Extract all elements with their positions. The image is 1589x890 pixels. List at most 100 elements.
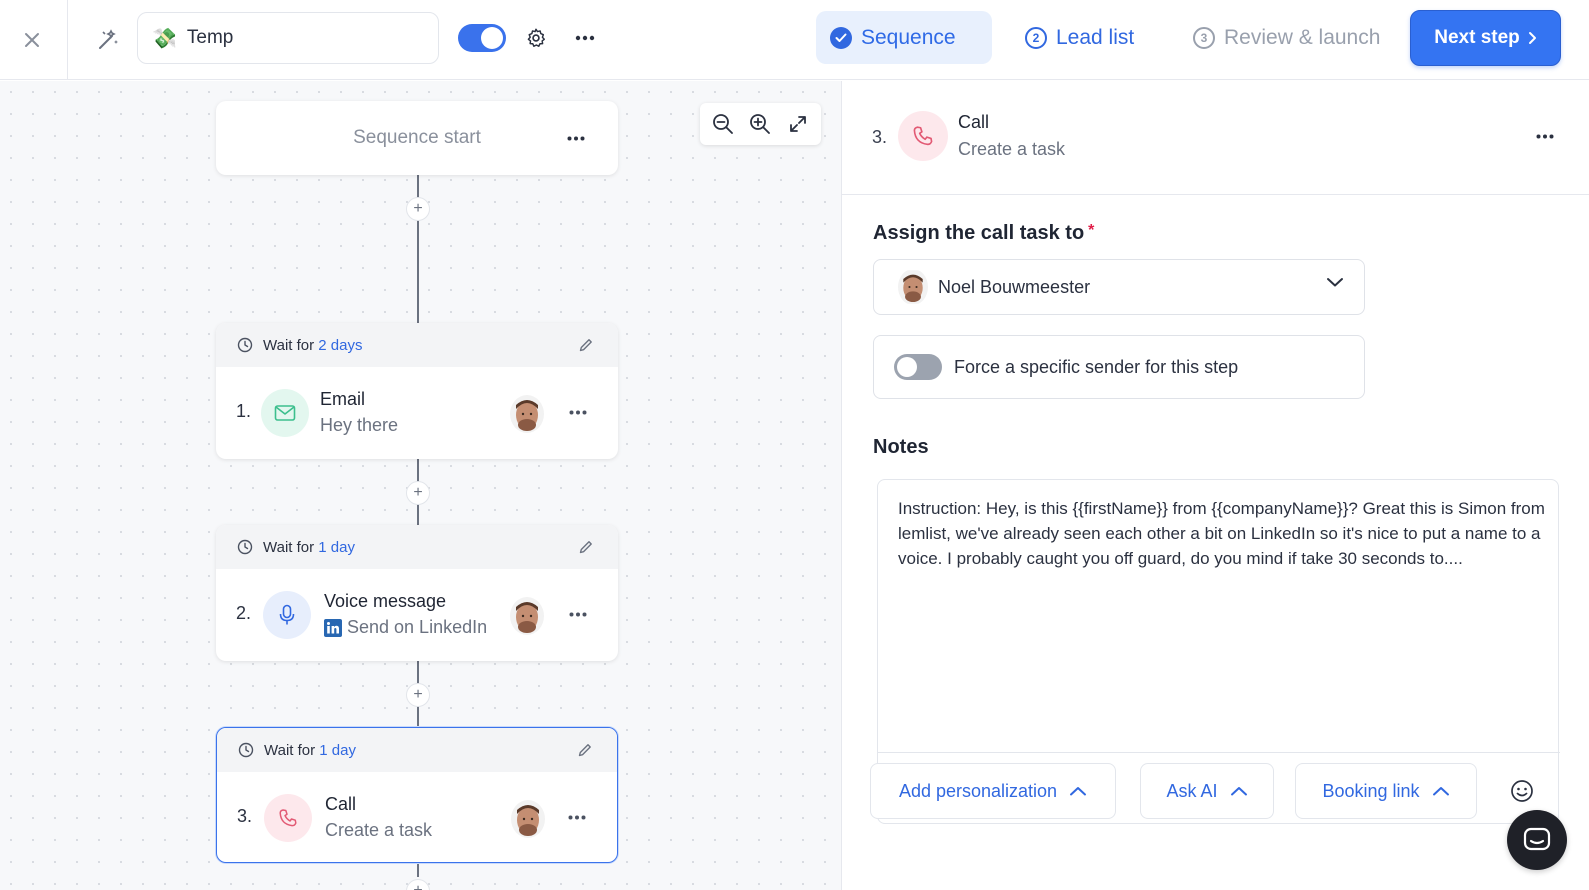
tab-sequence-label: Sequence [861, 25, 956, 49]
campaign-active-toggle[interactable] [458, 24, 506, 52]
clock-icon [237, 337, 253, 353]
more-options-button[interactable] [1530, 123, 1560, 149]
expand-icon [790, 116, 807, 132]
step-card-voice-message[interactable]: Wait for 1 day 2. Voice message Send on … [216, 525, 618, 661]
assignee-name: Noel Bouwmeester [938, 276, 1091, 297]
emoji-button[interactable] [1508, 777, 1536, 805]
step-body: 2. Voice message Send on LinkedIn [216, 569, 618, 661]
tab-lead-list[interactable]: 2 Lead list [1011, 11, 1148, 64]
wait-prefix: Wait for [264, 741, 316, 759]
avatar [510, 395, 544, 433]
step-title: Call [325, 794, 357, 814]
step-card-email[interactable]: Wait for 2 days 1. Email Hey there [216, 323, 618, 459]
sequence-start-card[interactable]: Sequence start [216, 101, 618, 175]
chevron-up-icon [1070, 787, 1087, 796]
more-horizontal-icon [1536, 134, 1554, 138]
sequence-canvas[interactable]: + + + + Sequence start Wait for 2 days 1… [0, 81, 841, 890]
tab-review-launch[interactable]: 3 Review & launch [1179, 11, 1394, 64]
chevron-up-icon [1230, 787, 1247, 796]
wait-duration[interactable]: 1 day [319, 742, 356, 759]
more-options-button[interactable] [564, 399, 592, 425]
more-options-button[interactable] [562, 125, 590, 151]
ask-ai-button[interactable]: Ask AI [1140, 763, 1274, 819]
linkedin-icon [324, 618, 342, 637]
fit-view-button[interactable] [782, 108, 814, 140]
step-subtitle: Send on LinkedIn [324, 617, 487, 638]
panel-title: Call [958, 112, 990, 132]
add-step-button[interactable]: + [406, 683, 430, 707]
edit-wait-button[interactable] [574, 333, 598, 357]
clock-icon [238, 742, 254, 758]
step-subtitle: Hey there [320, 415, 399, 435]
sequence-start-label: Sequence start [353, 127, 481, 148]
top-bar: 💸 Temp Sequence 2 Lead list 3 Review & l… [0, 0, 1589, 80]
money-emoji-icon: 💸 [152, 27, 177, 50]
tab-sequence[interactable]: Sequence [816, 11, 992, 64]
more-horizontal-icon [569, 410, 587, 414]
zoom-out-button[interactable] [707, 108, 739, 140]
campaign-name-field[interactable]: 💸 Temp [137, 12, 439, 64]
step-number: 3. [872, 127, 888, 147]
add-step-button[interactable]: + [406, 481, 430, 505]
more-horizontal-icon [569, 612, 587, 616]
clock-icon [237, 539, 253, 555]
phone-icon [264, 794, 312, 842]
panel-subtitle: Create a task [958, 139, 1066, 159]
notes-text[interactable]: Instruction: Hey, is this {{firstName}} … [898, 496, 1546, 571]
zoom-out-icon [712, 114, 733, 134]
add-step-button[interactable]: + [406, 197, 430, 221]
force-sender-toggle[interactable] [894, 354, 942, 380]
check-circle-icon [830, 26, 852, 49]
zoom-in-icon [750, 114, 771, 134]
avatar [898, 269, 928, 305]
chevron-down-icon [1327, 278, 1343, 287]
settings-button[interactable] [518, 20, 554, 56]
step-title: Voice message [324, 591, 447, 611]
wait-prefix: Wait for [263, 336, 315, 354]
step-detail-panel: 3. Call Create a task Assign the call ta… [841, 81, 1589, 890]
assign-label: Assign the call task to * [873, 222, 1095, 244]
close-icon [25, 33, 39, 47]
step-subtitle: Create a task [325, 820, 433, 840]
support-chat-button[interactable] [1507, 810, 1567, 870]
pencil-icon [578, 744, 591, 757]
chevron-up-icon [1432, 787, 1449, 796]
step-card-call[interactable]: Wait for 1 day 3. Call Create a task [216, 727, 618, 863]
chevron-right-icon [1528, 32, 1536, 44]
plus-icon: + [413, 883, 422, 890]
mail-icon [261, 389, 309, 437]
zoom-in-button[interactable] [744, 108, 776, 140]
edit-wait-button[interactable] [573, 738, 597, 762]
next-step-button[interactable]: Next step [1410, 10, 1561, 66]
more-horizontal-icon [568, 815, 586, 819]
plus-icon: + [413, 686, 423, 703]
wait-duration[interactable]: 1 day [318, 539, 355, 556]
step-title: Email [320, 389, 366, 409]
top-bar-divider [67, 0, 68, 80]
wait-row: Wait for 1 day [216, 525, 618, 569]
more-options-button[interactable] [563, 804, 591, 830]
more-horizontal-icon [575, 35, 595, 41]
close-button[interactable] [14, 22, 50, 58]
plus-icon: + [413, 200, 423, 217]
step-number: 3. [237, 806, 253, 826]
step-number: 1. [236, 401, 252, 421]
notes-editor[interactable]: Instruction: Hey, is this {{firstName}} … [870, 479, 1560, 824]
add-step-button[interactable]: + [406, 879, 430, 890]
step-body: 1. Email Hey there [216, 367, 618, 459]
edit-wait-button[interactable] [574, 535, 598, 559]
smiley-icon [1511, 780, 1533, 802]
more-options-button[interactable] [567, 20, 603, 56]
magic-wand-icon [99, 29, 118, 49]
next-step-label: Next step [1434, 27, 1520, 48]
wait-row: Wait for 1 day [217, 728, 617, 772]
assignee-select[interactable]: Noel Bouwmeester [873, 259, 1365, 315]
pencil-icon [579, 339, 592, 352]
magic-wand-button[interactable] [90, 22, 126, 58]
more-options-button[interactable] [564, 601, 592, 627]
booking-link-button[interactable]: Booking link [1295, 763, 1477, 819]
add-personalization-button[interactable]: Add personalization [870, 763, 1116, 819]
wait-duration[interactable]: 2 days [318, 337, 362, 354]
wait-row: Wait for 2 days [216, 323, 618, 367]
panel-header: 3. Call Create a task [842, 81, 1589, 195]
